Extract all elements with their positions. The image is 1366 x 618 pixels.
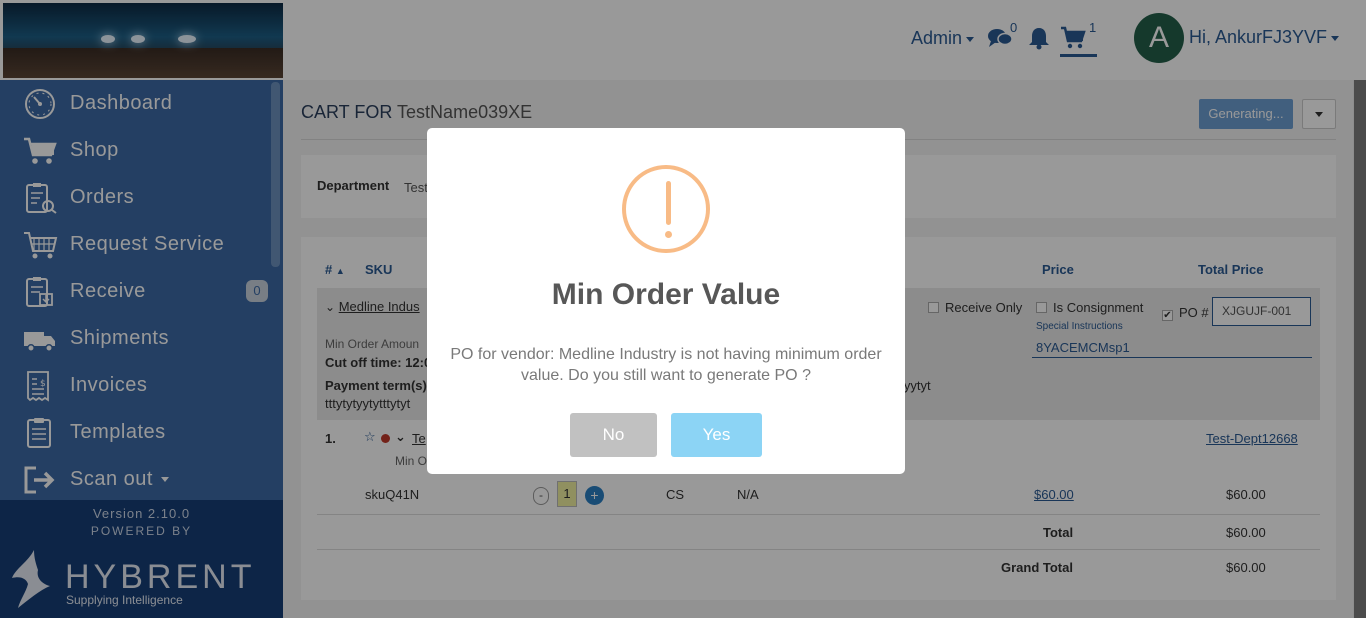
warning-mark xyxy=(666,181,671,225)
dialog-message: PO for vendor: Medline Industry is not h… xyxy=(450,346,882,384)
no-button[interactable]: No xyxy=(570,413,657,457)
min-order-dialog: Min Order Value PO for vendor: Medline I… xyxy=(427,128,905,474)
yes-button[interactable]: Yes xyxy=(671,413,762,457)
warning-dot xyxy=(665,231,672,238)
dialog-title: Min Order Value xyxy=(551,278,781,311)
warning-icon xyxy=(622,165,710,253)
